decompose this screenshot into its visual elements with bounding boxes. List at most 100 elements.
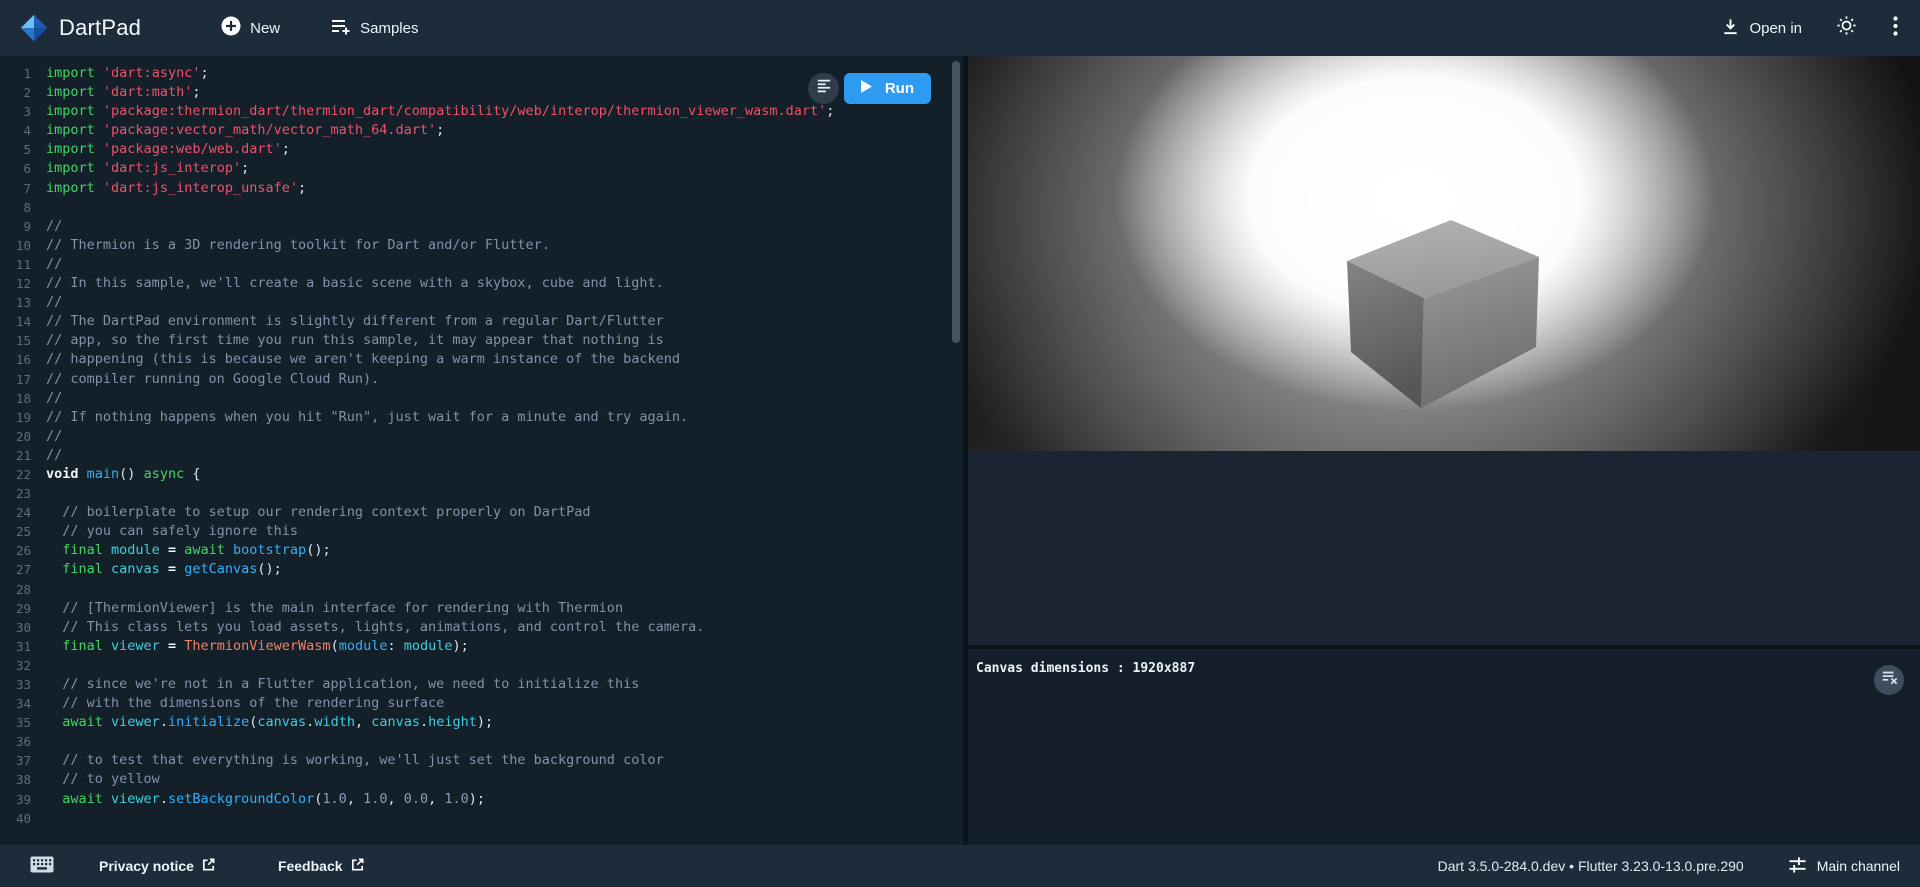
code-line[interactable]: // compiler running on Google Cloud Run)… — [46, 370, 949, 389]
line-number: 25 — [0, 522, 31, 541]
line-number: 3 — [0, 102, 31, 121]
line-number: 10 — [0, 236, 31, 255]
code-line[interactable]: // you can safely ignore this — [46, 522, 949, 541]
code-line[interactable] — [46, 809, 949, 828]
tune-icon — [1788, 856, 1807, 877]
code-line[interactable]: import 'package:vector_math/vector_math_… — [46, 121, 949, 140]
brand: DartPad — [0, 14, 141, 42]
line-number: 34 — [0, 694, 31, 713]
line-number: 6 — [0, 159, 31, 178]
code-line[interactable]: await viewer.setBackgroundColor(1.0, 1.0… — [46, 790, 949, 809]
new-button[interactable]: New — [221, 16, 280, 40]
code-line[interactable]: import 'package:thermion_dart/thermion_d… — [46, 102, 949, 121]
code-line[interactable]: // — [46, 217, 949, 236]
format-align-icon — [816, 78, 832, 99]
code-line[interactable]: // [ThermionViewer] is the main interfac… — [46, 599, 949, 618]
line-number: 7 — [0, 179, 31, 198]
line-number: 2 — [0, 83, 31, 102]
code-line[interactable]: // — [46, 389, 949, 408]
overflow-menu-button[interactable] — [1887, 16, 1904, 41]
code-line[interactable]: // — [46, 255, 949, 274]
rendered-cube — [1347, 220, 1543, 417]
feedback-link[interactable]: Feedback — [278, 857, 365, 875]
line-number: 8 — [0, 198, 31, 217]
privacy-notice-link[interactable]: Privacy notice — [99, 857, 216, 875]
code-line[interactable]: // The DartPad environment is slightly d… — [46, 312, 949, 331]
code-scroller: 1234567891011121314151617181920212223242… — [0, 56, 949, 845]
play-icon — [861, 80, 872, 97]
line-number: 31 — [0, 637, 31, 656]
code-line[interactable]: void main() async { — [46, 465, 949, 484]
open-in-button[interactable]: Open in — [1721, 17, 1802, 40]
code-line[interactable] — [46, 484, 949, 503]
code-line[interactable]: // app, so the first time you run this s… — [46, 331, 949, 350]
line-number: 16 — [0, 350, 31, 369]
code-line[interactable] — [46, 656, 949, 675]
open-in-new-icon — [194, 857, 216, 875]
feedback-label: Feedback — [278, 858, 343, 874]
line-number: 4 — [0, 121, 31, 140]
code-line[interactable]: await viewer.initialize(canvas.width, ca… — [46, 713, 949, 732]
code-line[interactable]: import 'package:web/web.dart'; — [46, 140, 949, 159]
line-number: 33 — [0, 675, 31, 694]
code-content[interactable]: import 'dart:async';import 'dart:math';i… — [38, 64, 949, 845]
line-number: 17 — [0, 370, 31, 389]
code-line[interactable] — [46, 732, 949, 751]
status-bar: Privacy notice Feedback Dart 3.5.0-2 — [0, 845, 1920, 887]
keyboard-shortcuts-button[interactable] — [30, 856, 54, 876]
line-number: 32 — [0, 656, 31, 675]
code-line[interactable]: // — [46, 446, 949, 465]
code-line[interactable]: import 'dart:js_interop'; — [46, 159, 949, 178]
code-line[interactable]: // In this sample, we'll create a basic … — [46, 274, 949, 293]
output-frame-background — [968, 451, 1920, 645]
rendered-3d-canvas[interactable] — [968, 56, 1920, 451]
line-number: 15 — [0, 331, 31, 350]
clear-console-button[interactable] — [1874, 665, 1904, 695]
code-line[interactable]: // If nothing happens when you hit "Run"… — [46, 408, 949, 427]
keyboard-icon — [30, 856, 54, 876]
topbar-actions: Open in — [1721, 15, 1920, 41]
line-number: 28 — [0, 580, 31, 599]
line-number: 5 — [0, 140, 31, 159]
line-number: 40 — [0, 809, 31, 828]
open-in-new-icon — [343, 857, 365, 875]
editor-scrollbar-thumb[interactable] — [952, 61, 960, 343]
line-number: 24 — [0, 503, 31, 522]
privacy-notice-label: Privacy notice — [99, 858, 194, 874]
line-number: 18 — [0, 389, 31, 408]
run-button[interactable]: Run — [844, 73, 931, 104]
format-code-button[interactable] — [808, 73, 839, 104]
code-line[interactable]: // — [46, 427, 949, 446]
kebab-menu-icon — [1893, 16, 1898, 41]
code-line[interactable] — [46, 198, 949, 217]
dart-logo-icon — [20, 14, 48, 42]
app-title: DartPad — [59, 15, 141, 41]
code-line[interactable]: final canvas = getCanvas(); — [46, 560, 949, 579]
code-line[interactable]: // Thermion is a 3D rendering toolkit fo… — [46, 236, 949, 255]
code-line[interactable]: import 'dart:js_interop_unsafe'; — [46, 179, 949, 198]
line-number: 23 — [0, 484, 31, 503]
code-line[interactable]: // boilerplate to setup our rendering co… — [46, 503, 949, 522]
code-line[interactable]: // with the dimensions of the rendering … — [46, 694, 949, 713]
plus-circle-icon — [221, 16, 241, 40]
code-line[interactable]: // This class lets you load assets, ligh… — [46, 618, 949, 637]
code-line[interactable]: // since we're not in a Flutter applicat… — [46, 675, 949, 694]
console-output-text: Canvas dimensions : 1920x887 — [968, 649, 1920, 676]
code-line[interactable]: // to test that everything is working, w… — [46, 751, 949, 770]
code-line[interactable]: final viewer = ThermionViewerWasm(module… — [46, 637, 949, 656]
brightness-toggle-button[interactable] — [1836, 15, 1857, 41]
code-line[interactable]: // to yellow — [46, 770, 949, 789]
sdk-version-text: Dart 3.5.0-284.0.dev • Flutter 3.23.0-13… — [1438, 858, 1744, 874]
code-line[interactable]: final module = await bootstrap(); — [46, 541, 949, 560]
code-editor-panel[interactable]: 1234567891011121314151617181920212223242… — [0, 56, 963, 845]
line-numbers: 1234567891011121314151617181920212223242… — [0, 64, 38, 845]
line-number: 22 — [0, 465, 31, 484]
code-line[interactable]: // happening (this is because we aren't … — [46, 350, 949, 369]
output-panel: Canvas dimensions : 1920x887 — [968, 56, 1920, 845]
line-number: 27 — [0, 560, 31, 579]
top-app-bar: DartPad New Samples — [0, 0, 1920, 56]
code-line[interactable]: // — [46, 293, 949, 312]
samples-button[interactable]: Samples — [330, 16, 418, 40]
code-line[interactable] — [46, 580, 949, 599]
channel-selector-button[interactable]: Main channel — [1788, 856, 1900, 877]
